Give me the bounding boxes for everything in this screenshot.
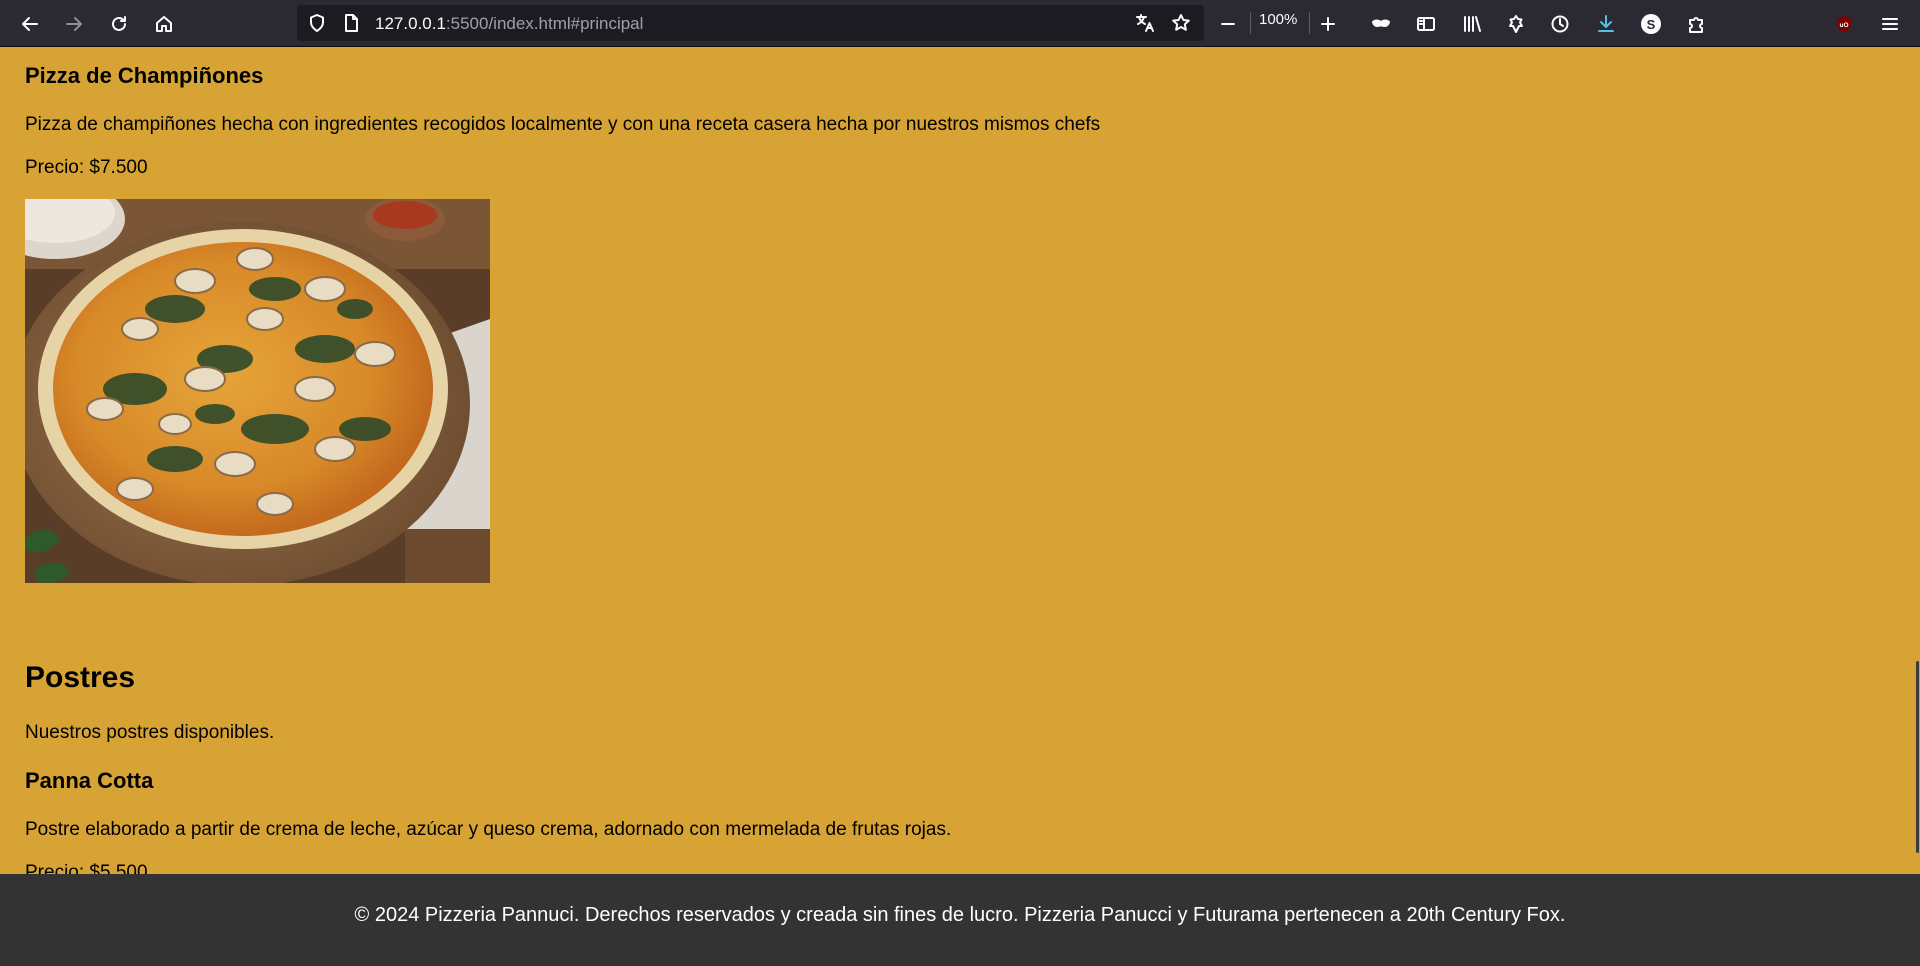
back-arrow-icon	[22, 17, 38, 31]
section-subtitle: Nuestros postres disponibles.	[25, 722, 275, 743]
forward-button[interactable]	[58, 8, 90, 40]
forward-arrow-icon	[66, 17, 82, 31]
separator	[1250, 12, 1251, 34]
url-host: 127.0.0.1	[375, 14, 446, 33]
star-icon	[1172, 14, 1190, 31]
sidebar-icon	[1417, 17, 1435, 31]
reload-icon	[112, 16, 126, 31]
scrollbar-thumb[interactable]	[1916, 661, 1919, 853]
page-content: Pizza de Champiñones Pizza de champiñone…	[0, 48, 1920, 874]
svg-text:uO: uO	[1839, 22, 1848, 29]
downloads-button[interactable]	[1590, 8, 1622, 40]
address-bar[interactable]: 127.0.0.1:5500/index.html#principal	[297, 5, 1204, 41]
shield-icon	[310, 14, 324, 32]
zoom-in-button[interactable]	[1312, 8, 1344, 40]
private-mask-button[interactable]	[1365, 8, 1397, 40]
item-description: Postre elaborado a partir de crema de le…	[25, 819, 952, 840]
url-text[interactable]: 127.0.0.1:5500/index.html#principal	[375, 14, 643, 34]
puzzle-icon	[1689, 17, 1703, 33]
bookmark-star-button[interactable]	[1165, 7, 1197, 39]
s-badge-icon: S	[1641, 14, 1661, 34]
history-button[interactable]	[1544, 8, 1576, 40]
home-icon	[156, 16, 172, 32]
hamburger-menu-icon	[1882, 18, 1898, 30]
browser-toolbar: 127.0.0.1:5500/index.html#principal 100%…	[0, 0, 1920, 47]
zoom-level[interactable]: 100%	[1259, 11, 1297, 28]
pocket-button[interactable]	[1500, 8, 1532, 40]
mushroom-pizza-picture	[25, 199, 490, 583]
separator	[1309, 12, 1310, 34]
home-button[interactable]	[148, 8, 180, 40]
account-extension-button[interactable]: S	[1635, 8, 1667, 40]
tracking-protection-button[interactable]	[301, 7, 333, 39]
mask-icon	[1372, 19, 1390, 27]
library-icon	[1464, 16, 1481, 32]
page-footer: © 2024 Pizzeria Pannuci. Derechos reserv…	[0, 874, 1920, 966]
app-menu-button[interactable]	[1874, 8, 1906, 40]
footer-copyright: © 2024 Pizzeria Pannuci. Derechos reserv…	[354, 903, 1566, 926]
back-button[interactable]	[14, 8, 46, 40]
extensions-button[interactable]	[1680, 8, 1712, 40]
ribbon-icon	[1509, 15, 1523, 33]
sidebar-toggle-button[interactable]	[1410, 8, 1442, 40]
section-title: Postres	[25, 661, 136, 694]
reload-button[interactable]	[103, 8, 135, 40]
ublock-shield-icon: uO	[1837, 16, 1851, 33]
translate-button[interactable]	[1129, 7, 1161, 39]
item-title: Panna Cotta	[25, 768, 154, 793]
zoom-out-button[interactable]	[1212, 8, 1244, 40]
url-path: :5500/index.html#principal	[445, 14, 644, 33]
page-scrollbar[interactable]	[1914, 48, 1920, 874]
ublock-button[interactable]: uO	[1828, 8, 1860, 40]
item-description: Pizza de champiñones hecha con ingredien…	[25, 114, 1101, 135]
download-icon	[1598, 15, 1614, 32]
item-price: Precio: $5.500	[25, 862, 148, 874]
clock-icon	[1551, 15, 1569, 33]
page-info-button[interactable]	[335, 7, 367, 39]
pizza-image	[25, 199, 490, 583]
minus-icon	[1221, 23, 1235, 25]
item-title: Pizza de Champiñones	[25, 63, 264, 88]
plus-icon	[1321, 17, 1335, 31]
translate-icon	[1136, 14, 1154, 32]
page-icon	[345, 14, 358, 32]
library-button[interactable]	[1456, 8, 1488, 40]
item-price: Precio: $7.500	[25, 157, 148, 178]
